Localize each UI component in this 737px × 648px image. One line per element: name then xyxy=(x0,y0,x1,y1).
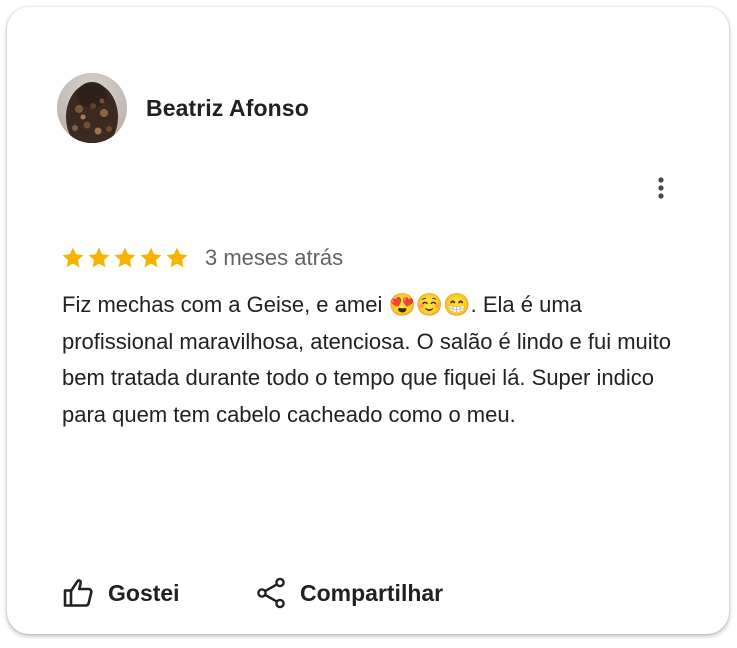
avatar[interactable] xyxy=(57,73,127,143)
review-date: 3 meses atrás xyxy=(205,245,344,270)
more-options-button[interactable] xyxy=(643,170,679,206)
star-icon xyxy=(140,247,162,268)
more-vert-icon xyxy=(658,177,664,199)
like-label: Gostei xyxy=(108,579,180,606)
share-button[interactable]: Compartilhar xyxy=(256,573,443,613)
star-rating xyxy=(61,246,191,270)
share-label: Compartilhar xyxy=(300,579,444,606)
star-icon xyxy=(114,247,136,268)
rating-row: 3 meses atrás xyxy=(61,243,343,273)
like-button[interactable]: Gostei xyxy=(62,573,180,613)
share-icon xyxy=(257,577,285,609)
star-icon xyxy=(88,247,110,268)
review-text: Fiz mechas com a Geise, e amei 😍☺️😁. Ela… xyxy=(62,292,678,427)
author-name[interactable]: Beatriz Afonso xyxy=(146,95,309,122)
review-card: Beatriz Afonso 3 meses atrás Fiz mechas … xyxy=(7,7,729,634)
star-icon xyxy=(166,247,188,268)
star-icon xyxy=(62,247,84,268)
thumbs-up-icon xyxy=(63,579,93,607)
